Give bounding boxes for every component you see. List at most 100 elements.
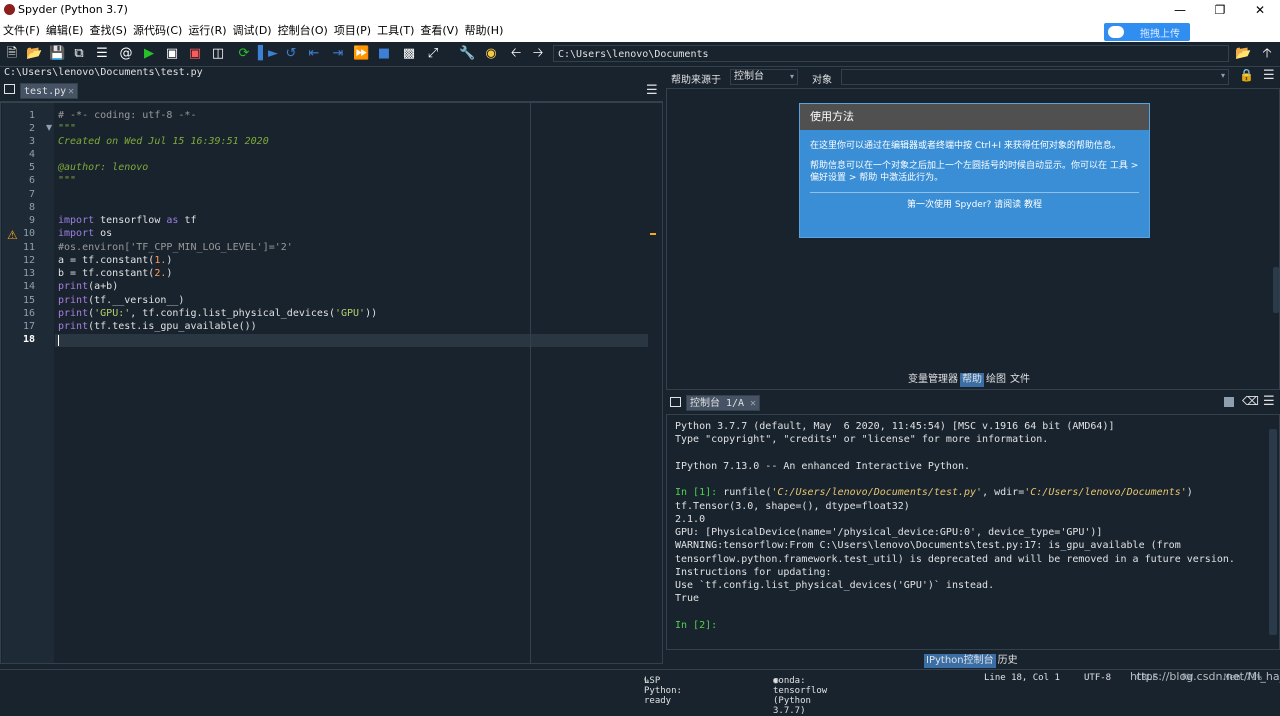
console-line: tf.Tensor(3.0, shape=(), dtype=float32) [675, 501, 910, 512]
maximize-pane-icon[interactable]: ▩ [401, 46, 417, 62]
browse-tabs-icon[interactable] [670, 397, 681, 407]
fold-arrow-icon[interactable]: ▼ [46, 123, 52, 132]
working-directory-input[interactable]: C:\Users\lenovo\Documents [553, 45, 1229, 62]
line-number: 3 [28, 136, 35, 147]
continue-icon[interactable]: ⏩ [353, 46, 369, 62]
status-bar: ⤷ LSP Python: ready ◉ conda: tensorflow … [0, 669, 1280, 716]
fullscreen-icon[interactable]: ⤢ [425, 46, 441, 62]
run-icon[interactable]: ▶ [141, 46, 157, 62]
save-all-icon[interactable]: ⧉ [71, 46, 87, 62]
browse-tabs-icon[interactable] [4, 84, 15, 94]
menu-console[interactable]: 控制台(O) [275, 20, 331, 42]
code-line: print(tf.test.is_gpu_available()) [58, 321, 257, 332]
input-prompt: In [1]: [675, 487, 718, 498]
tip-divider [810, 192, 1139, 193]
run-selection-icon[interactable]: ◫ [210, 46, 226, 62]
back-arrow-icon[interactable]: 🡠 [508, 46, 524, 62]
edge-line [530, 103, 531, 663]
save-icon[interactable]: 💾 [49, 46, 65, 62]
menu-debug[interactable]: 调试(D) [230, 20, 275, 42]
code-line: @author: lenovo [58, 162, 149, 173]
forward-arrow-icon[interactable]: 🡢 [530, 46, 546, 62]
editor-options-menu-icon[interactable]: ☰ [646, 83, 658, 98]
code-line: print(a+b) [58, 281, 119, 292]
tab-help[interactable]: 帮助 [960, 373, 984, 387]
console-line: True [675, 593, 700, 604]
lsp-status-text: LSP Python: ready [644, 676, 682, 706]
tip-paragraph-2: 帮助信息可以在一个对象之后加上一个左圆括号的时候自动显示。你可以在 工具 > 偏… [810, 161, 1139, 183]
close-tab-icon[interactable]: ✕ [750, 396, 756, 412]
step-icon[interactable]: ↺ [283, 46, 299, 62]
line-number: 7 [28, 189, 35, 200]
minimize-button[interactable]: — [1166, 2, 1194, 18]
browse-folder-icon[interactable]: 📂 [1235, 46, 1251, 62]
source-select[interactable]: 控制台 ▾ [730, 69, 798, 85]
ipython-console[interactable]: Python 3.7.7 (default, May 6 2020, 11:45… [666, 414, 1280, 650]
open-file-icon[interactable]: 📂 [26, 46, 42, 62]
run-cell-icon[interactable]: ▣ [164, 46, 180, 62]
tip-title: 使用方法 [800, 104, 1149, 130]
stop-debug-icon[interactable]: ■ [376, 46, 392, 62]
menu-run[interactable]: 运行(R) [185, 20, 229, 42]
parent-directory-icon[interactable]: 🡡 [1259, 46, 1275, 62]
help-options-menu-icon[interactable]: ☰ [1263, 68, 1275, 83]
warning-marker [650, 233, 656, 235]
menu-tools[interactable]: 工具(T) [374, 20, 417, 42]
menu-edit[interactable]: 编辑(E) [43, 20, 87, 42]
tip-paragraph-1: 在这里你可以通过在编辑器或者终端中按 Ctrl+I 来获得任何对象的帮助信息。 [810, 141, 1121, 151]
list-icon[interactable]: ☰ [94, 46, 110, 62]
preferences-wrench-icon[interactable]: 🔧 [459, 46, 475, 62]
run-cell-advance-icon[interactable]: ▣ [187, 46, 203, 62]
spyder-logo-icon [4, 4, 15, 15]
object-input[interactable]: ▾ [841, 69, 1229, 85]
upload-button[interactable]: 拖拽上传 [1104, 23, 1190, 41]
debug-icon[interactable]: ▌► [258, 46, 278, 62]
source-label: 帮助来源于 [671, 75, 721, 86]
tab-test-py[interactable]: test.py ✕ [20, 83, 78, 99]
code-line: a = tf.constant(1.) [58, 255, 173, 266]
menu-view[interactable]: 查看(V) [417, 20, 461, 42]
python-path-icon[interactable]: ◉ [483, 46, 499, 62]
editor-tab-bar: test.py ✕ ☰ [0, 81, 663, 102]
close-tab-icon[interactable]: ✕ [68, 84, 74, 100]
code-line: """ [58, 175, 77, 186]
menu-search[interactable]: 查找(S) [86, 20, 130, 42]
code-line: import os [58, 228, 113, 239]
code-editor[interactable]: ⚠ ▼ 1 2 3 4 5 6 7 8 9 10 11 12 13 14 15 … [0, 102, 663, 664]
console-scrollbar[interactable] [1269, 429, 1277, 635]
menu-help[interactable]: 帮助(H) [462, 20, 507, 42]
console-tab-bar: 控制台 1/A ✕ ⌫ ☰ [666, 393, 1280, 413]
menu-file[interactable]: 文件(F) [0, 20, 43, 42]
menu-source[interactable]: 源代码(C) [130, 20, 185, 42]
clear-console-icon[interactable]: ⌫ [1242, 394, 1259, 408]
lock-icon[interactable]: 🔒 [1239, 68, 1254, 82]
console-line: Instructions for updating: [675, 567, 832, 578]
code-line: """ [58, 123, 77, 134]
window-title: Spyder (Python 3.7) [18, 3, 128, 16]
maximize-button[interactable]: ❐ [1206, 2, 1234, 18]
object-label: 对象 [812, 75, 832, 86]
step-return-icon[interactable]: ⇥ [330, 46, 346, 62]
new-file-icon[interactable]: 🗎 [4, 46, 20, 62]
interrupt-kernel-icon[interactable] [1224, 397, 1234, 407]
code-line: Created on Wed Jul 15 16:39:51 2020 [58, 136, 269, 147]
tab-files[interactable]: 文件 [1008, 373, 1032, 387]
console-options-menu-icon[interactable]: ☰ [1263, 394, 1275, 409]
console-line: tensorflow.python.framework.test_util) i… [675, 554, 1235, 565]
usage-tip-box: 使用方法 在这里你可以通过在编辑器或者终端中按 Ctrl+I 来获得任何对象的帮… [799, 103, 1150, 238]
help-scrollbar[interactable] [1273, 267, 1279, 313]
line-number: 18 [22, 334, 35, 345]
close-button[interactable]: ✕ [1246, 2, 1274, 18]
tab-history[interactable]: 历史 [996, 654, 1020, 668]
step-into-icon[interactable]: ⇤ [306, 46, 322, 62]
rerun-icon[interactable]: ⟳ [236, 46, 252, 62]
at-icon[interactable]: @ [118, 46, 134, 62]
tab-console[interactable]: 控制台 1/A ✕ [686, 395, 760, 411]
tab-plots[interactable]: 绘图 [984, 373, 1008, 387]
tab-ipython-console[interactable]: IPython控制台 [924, 654, 996, 668]
tab-variable-explorer[interactable]: 变量管理器 [906, 373, 960, 387]
tip-tutorial-link[interactable]: 第一次使用 Spyder? 请阅读 教程 [800, 199, 1149, 211]
menu-projects[interactable]: 项目(P) [331, 20, 374, 42]
code-line: b = tf.constant(2.) [58, 268, 173, 279]
console-line: IPython 7.13.0 -- An enhanced Interactiv… [675, 461, 971, 472]
